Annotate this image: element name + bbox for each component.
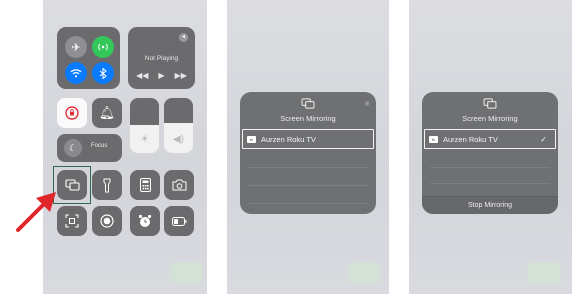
- alarm-clock-icon: [138, 214, 152, 227]
- media-controls: ◀◀ ▶ ▶▶: [128, 71, 195, 80]
- popup-title: Screen Mirroring: [462, 114, 518, 123]
- flashlight-icon: [103, 178, 111, 192]
- camera-button[interactable]: [164, 170, 194, 200]
- device-name: Aurzen Roku TV: [443, 134, 498, 144]
- device-row-connected[interactable]: tv Aurzen Roku TV ✓: [424, 129, 556, 149]
- brightness-icon: ☀: [140, 134, 149, 145]
- screen-mirroring-popup: Screen Mirroring tv Aurzen Roku TV ✓ Sto…: [422, 92, 558, 214]
- volume-icon: ◀): [172, 134, 185, 145]
- mirroring-select-panel: ✺ Screen Mirroring tv Aurzen Roku TV: [227, 0, 389, 294]
- checkmark-icon: ✓: [540, 134, 547, 144]
- calculator-icon: [139, 178, 151, 192]
- play-icon[interactable]: ▶: [158, 71, 164, 80]
- popup-title: Screen Mirroring: [280, 114, 336, 123]
- camera-icon: [172, 179, 186, 191]
- record-icon: [100, 214, 114, 228]
- tv-icon: tv: [429, 135, 438, 143]
- background-blur: [347, 262, 381, 284]
- alarm-button[interactable]: [130, 206, 160, 236]
- now-playing-label: Not Playing: [144, 55, 179, 62]
- screen-mirroring-icon: [422, 98, 558, 112]
- pointer-arrow: [16, 192, 56, 232]
- low-power-mode-button[interactable]: [164, 206, 194, 236]
- brightness-slider[interactable]: ☀: [130, 98, 159, 153]
- calculator-button[interactable]: [130, 170, 160, 200]
- volume-slider[interactable]: ◀): [164, 98, 193, 153]
- mirroring-connected-panel: Screen Mirroring tv Aurzen Roku TV ✓ Sto…: [409, 0, 572, 294]
- screen-mirroring-popup: ✺ Screen Mirroring tv Aurzen Roku TV: [240, 92, 376, 214]
- battery-icon: [171, 216, 186, 226]
- previous-track-icon[interactable]: ◀◀: [136, 71, 148, 80]
- now-playing-tile[interactable]: ◂ Not Playing ◀◀ ▶ ▶▶: [128, 27, 195, 89]
- background-blur: [169, 262, 203, 284]
- loading-spinner-icon: ✺: [364, 101, 370, 108]
- next-track-icon[interactable]: ▶▶: [175, 71, 187, 80]
- stop-mirroring-button[interactable]: Stop Mirroring: [422, 196, 558, 214]
- airplay-audio-icon[interactable]: ◂: [179, 33, 188, 42]
- list-divider: [430, 167, 550, 168]
- tv-icon: tv: [247, 135, 256, 143]
- list-divider: [248, 185, 368, 186]
- list-divider: [430, 183, 550, 184]
- background-blur: [527, 262, 561, 284]
- bell-icon: 🔔︎: [98, 105, 116, 120]
- list-divider: [248, 167, 368, 168]
- list-divider: [248, 203, 368, 204]
- screen-mirroring-icon: [240, 98, 376, 112]
- device-row-selected[interactable]: tv Aurzen Roku TV: [242, 129, 374, 149]
- device-name: Aurzen Roku TV: [261, 134, 316, 144]
